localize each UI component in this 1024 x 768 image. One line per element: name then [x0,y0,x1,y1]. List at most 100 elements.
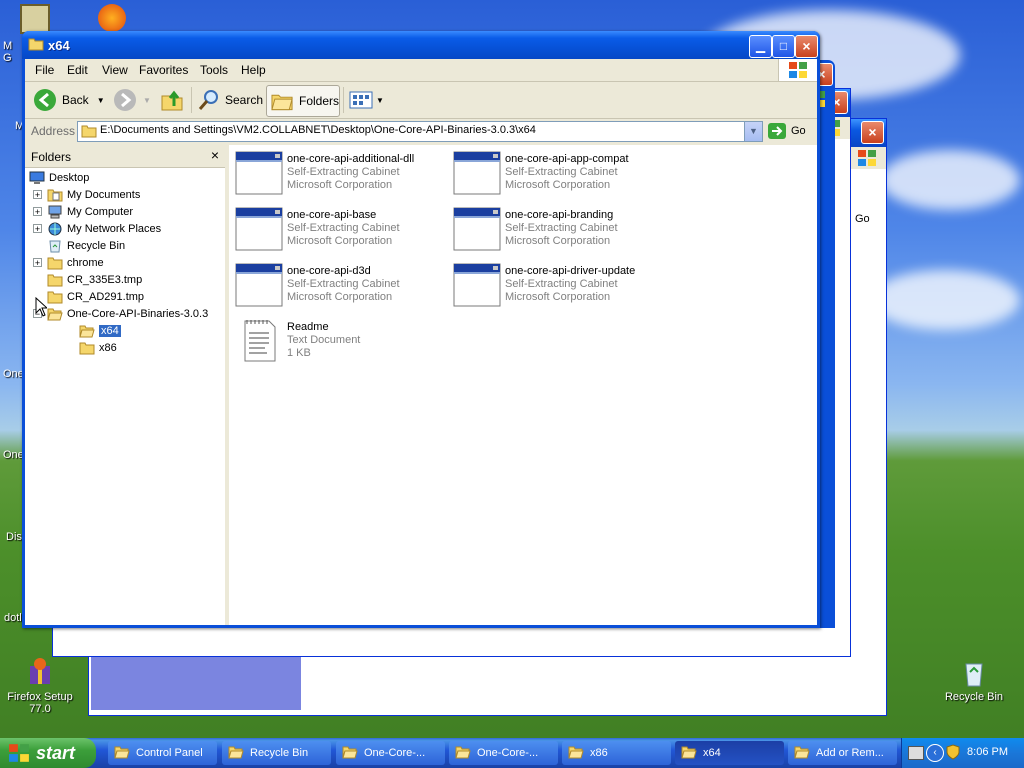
file-type: Text Document [287,334,361,346]
tree-item[interactable]: + My Documents [33,186,140,203]
desktop-icon-clipped[interactable] [98,4,134,32]
tree-item[interactable]: Desktop [29,169,89,186]
chevron-down-icon[interactable]: ▼ [143,96,151,105]
folders-label: Folders [298,94,339,108]
desktop-icon-recycle-bin[interactable]: Recycle Bin [934,656,1014,703]
go-button[interactable]: Go [767,122,806,140]
tree-item-label: My Computer [67,205,134,218]
chevron-left-icon[interactable]: ‹ [926,744,944,762]
folder-icon [79,341,95,355]
taskbar-button[interactable]: x86 [562,741,671,765]
forward-button[interactable]: ▼ [113,85,151,115]
views-button[interactable]: ▼ [349,85,384,115]
keyboard-icon[interactable] [908,746,924,760]
tree-item[interactable]: x86 [65,339,117,356]
file-item[interactable]: one-core-api-driver-update Self-Extractin… [453,263,663,311]
folder-open-icon [28,37,44,51]
folder-open-icon [79,324,95,338]
back-arrow-icon [34,89,56,111]
tree-item[interactable]: + My Computer [33,203,133,220]
mouse-cursor-icon [35,296,49,320]
search-button[interactable]: Search [197,85,263,115]
menu-help[interactable]: Help [241,63,266,77]
taskbar-button[interactable]: Add or Rem... [788,741,897,765]
window-titlebar[interactable]: x64 ▁ □ × [22,31,820,59]
tree-item[interactable]: + chrome [33,254,104,271]
tree-item[interactable]: x64 [65,322,121,339]
security-shield-icon[interactable] [946,744,960,760]
taskbar-window-icon [794,745,810,761]
file-item[interactable]: one-core-api-additional-dll Self-Extracti… [235,151,445,199]
desktop-icon-firefox-setup[interactable]: Firefox Setup 77.0 [0,656,80,715]
network-places-icon [47,222,63,236]
menu-bar: File Edit View Favorites Tools Help [25,59,817,82]
taskbar-button[interactable]: Control Panel [108,741,217,765]
tree-item-label: x64 [99,324,121,337]
menu-edit[interactable]: Edit [67,63,88,77]
address-label: Address [31,124,76,138]
taskbar-button-label: Control Panel [136,747,203,759]
tree-item[interactable]: − One-Core-API-Binaries-3.0.3 [33,305,208,322]
folder-icon [47,273,63,287]
tree-item[interactable]: CR_335E3.tmp [33,271,142,288]
minimize-icon: ▁ [755,39,766,53]
desktop-icon-label: Firefox Setup 77.0 [7,691,73,715]
file-item[interactable]: one-core-api-branding Self-Extracting Cab… [453,207,663,255]
expand-icon[interactable]: + [33,190,42,200]
taskbar-window-icon [455,745,471,761]
taskbar-button[interactable]: One-Core-... [449,741,558,765]
chevron-down-icon[interactable]: ▼ [97,96,105,105]
menu-tools[interactable]: Tools [200,63,228,77]
windows-flag-icon [857,149,881,169]
file-item[interactable]: one-core-api-base Self-Extracting Cabinet… [235,207,445,255]
control-panel-icon [20,4,50,34]
address-input[interactable]: E:\Documents and Settings\VM2.COLLABNET\… [77,121,763,142]
maximize-icon: □ [779,39,788,53]
file-item[interactable]: Readme Text Document 1 KB [235,319,445,367]
search-icon [198,90,218,110]
tree-item-label: CR_AD291.tmp [67,290,145,303]
my-documents-icon [47,188,63,202]
taskbar-button[interactable]: x64 [675,741,784,765]
taskbar-button[interactable]: Recycle Bin [222,741,331,765]
tree-item[interactable]: + My Network Places [33,220,161,237]
taskbar-window-icon [568,745,584,761]
file-item[interactable]: one-core-api-d3d Self-Extracting Cabinet M… [235,263,445,311]
back-button[interactable]: Back ▼ [33,85,105,115]
close-icon[interactable]: × [861,121,884,144]
expand-icon[interactable]: + [33,224,42,234]
file-detail: Microsoft Corporation [505,179,611,191]
taskbar-window-icon [228,745,244,761]
tree-item[interactable]: CR_AD291.tmp [33,288,144,305]
explorer-window[interactable]: x64 ▁ □ × File Edit View Favorites Tools… [22,31,820,628]
address-dropdown-button[interactable]: ▼ [744,122,762,141]
file-type: Self-Extracting Cabinet [505,166,618,178]
taskbar-window-icon [114,745,130,761]
expand-icon[interactable]: + [33,258,42,268]
desktop-icon-clipped[interactable] [20,4,56,34]
taskbar: start Control Panel Recycle Bin One-Core-.… [0,738,1024,768]
menu-view[interactable]: View [102,63,128,77]
address-bar: Address E:\Documents and Settings\VM2.CO… [25,119,817,143]
close-button[interactable]: × [795,35,818,58]
taskbar-button[interactable]: One-Core-... [336,741,445,765]
expand-icon[interactable]: + [33,207,42,217]
folder-icon [47,290,63,304]
minimize-button[interactable]: ▁ [749,35,772,58]
up-folder-button[interactable] [160,85,184,115]
go-button[interactable]: Go [855,213,870,225]
search-label: Search [225,93,264,107]
tree-item[interactable]: Recycle Bin [33,237,125,254]
start-button[interactable]: start [0,738,96,768]
file-list: one-core-api-additional-dll Self-Extracti… [229,145,817,625]
maximize-button[interactable]: □ [772,35,795,58]
menu-file[interactable]: File [35,63,54,77]
menu-favorites[interactable]: Favorites [139,63,188,77]
file-item[interactable]: one-core-api-app-compat Self-Extracting C… [453,151,663,199]
cabinet-icon [235,207,283,251]
folders-pane-title: Folders [31,150,72,164]
folders-pane-close-button[interactable]: × [211,147,219,163]
toolbar-separator [343,87,344,113]
folders-button[interactable]: Folders [266,85,340,117]
cabinet-icon [453,263,501,307]
